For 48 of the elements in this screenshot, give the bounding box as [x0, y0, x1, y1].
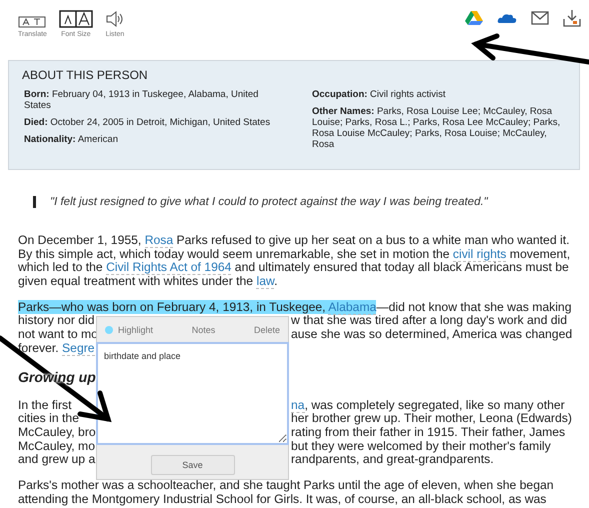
text-fragment: McCauley, bro [18, 426, 96, 440]
text-link[interactable]: civil rights [452, 246, 506, 262]
text-fragment: By this simple act, which today would seem unremarkable, she set in motion the civil rights movement, [18, 246, 570, 262]
text-fragment: w that she was tired after a long day's work and did [291, 314, 568, 328]
text-link[interactable]: Segre [62, 340, 95, 356]
text-link[interactable]: law [256, 274, 274, 290]
text-fragment: which led to the Civil Rights Act of 1964 and ultimately ensured that today all black Americans must be [18, 260, 569, 276]
speaker-icon[interactable] [104, 10, 125, 28]
color-dot-icon [105, 326, 113, 334]
cloud-icon[interactable] [497, 12, 517, 24]
text-fragment: In the first [18, 398, 72, 412]
text-fragment: but they were welcomed by their mother's family [291, 440, 551, 454]
text-fragment: her brother grew up. Their mother, Leona (Edwards) [291, 412, 572, 426]
info-field: Died: October 24, 2005 in Detroit, Michigan, United States [24, 117, 288, 128]
text-fragment: and grew up a [18, 453, 96, 467]
text-link[interactable]: Rosa [144, 233, 174, 248]
info-field: Other Names: Parks, Rosa Louise Lee; McCauley, Rosa Louise; Parks, Rosa L.; Parks, Rosa Lee McCauley; Parks, Rosa Louise McCauley; Parks, Rosa Louise; McCauley, Rosa [312, 106, 567, 150]
font-size-icon[interactable] [58, 10, 93, 28]
text-fragment: forever. Segre [18, 340, 95, 356]
info-field: Born: February 04, 1913 in Tuskegee, Alabama, United States [24, 89, 288, 111]
save-button[interactable]: Save [150, 455, 234, 475]
delete-button[interactable]: Delete [254, 324, 280, 334]
highlight-button[interactable]: Highlight [105, 324, 154, 334]
drive-icon[interactable] [465, 10, 483, 26]
text-fragment: rating from their father in 1915. Their father, James [291, 426, 566, 440]
text-fragment: cities in the [18, 412, 79, 426]
text-fragment: McCauley, mo [18, 440, 95, 454]
text-fragment: na, was completely segregated, like so many other [291, 398, 565, 412]
mail-icon[interactable] [531, 11, 549, 25]
text-link[interactable]: Civil Rights Act of 1964 [106, 260, 232, 276]
translate-icon[interactable] [18, 16, 46, 28]
note-field[interactable]: birthdate and place [96, 342, 289, 445]
text-fragment: On December 1, 1955, Rosa Parks refused to give up her seat on a bus to a white man who wanted it. [18, 233, 570, 248]
panel-title: ABOUT THIS PERSON [22, 68, 149, 82]
text-fragment: randparents, and great-grandparents. [291, 453, 494, 467]
text-fragment: ause she was so determined, America was changed [291, 328, 572, 342]
quote-bar [33, 196, 36, 208]
text-fragment: attending the Montgomery Industrial School for Girls. It was, of course, an all-black school, as was [18, 492, 546, 506]
text-link[interactable]: na [291, 398, 305, 412]
text-fragment: given equal treatment with whites under the law. [18, 274, 278, 290]
download-icon[interactable] [563, 9, 581, 27]
text-fragment: Parks's mother was a schoolteacher, and she taught Parks until the age of eleven, when she began [18, 478, 554, 492]
highlighted-text: Parks—who was born on February 4, 1913, in Tuskegee, [18, 300, 328, 314]
notes-button[interactable]: Notes [192, 324, 216, 334]
info-field: Occupation: Civil rights activist [312, 89, 567, 100]
text-fragment: history nor did [18, 314, 95, 328]
info-field: Nationality: American [24, 134, 288, 145]
quote-text: "I felt just resigned to give what I could to protect against the way I was being treated." [50, 196, 488, 208]
